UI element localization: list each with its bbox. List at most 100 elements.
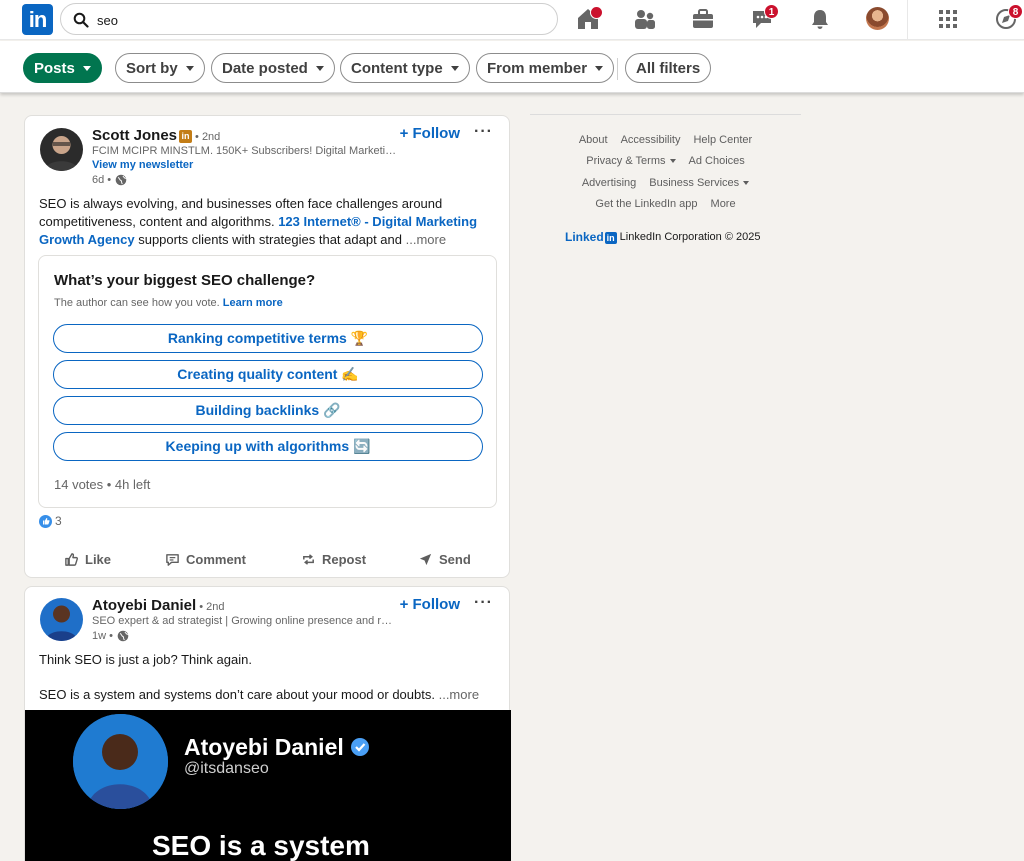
learn-more-link[interactable]: Learn more [223, 297, 283, 309]
view-newsletter-link[interactable]: View my newsletter [92, 159, 193, 171]
jobs-icon[interactable] [690, 6, 716, 32]
image-author-name-text: Atoyebi Daniel [184, 734, 344, 760]
poll-option[interactable]: Creating quality content ✍️ [53, 360, 483, 389]
comment-button[interactable]: Comment [165, 544, 246, 574]
footer-link-ad-choices[interactable]: Ad Choices [689, 155, 745, 167]
advertise-badge: 8 [1008, 4, 1023, 19]
right-rail-footer: About Accessibility Help Center Privacy … [530, 114, 801, 244]
copyright-text: LinkedIn Corporation © 2025 [619, 231, 761, 243]
repost-icon [303, 553, 314, 565]
follow-button[interactable]: + Follow [400, 125, 460, 142]
all-filters-button[interactable]: All filters [625, 53, 712, 83]
repost-button[interactable]: Repost [301, 544, 366, 574]
like-button[interactable]: Like [64, 544, 111, 574]
see-more-link[interactable]: ...more [406, 232, 446, 247]
filter-posts-label: Posts [34, 59, 75, 77]
footer-link-about[interactable]: About [579, 134, 608, 146]
post-text-line: Think SEO is just a job? Think again. [39, 652, 252, 667]
poll-subtitle: The author can see how you vote. Learn m… [54, 297, 283, 309]
footer-link-business-services-label: Business Services [649, 177, 740, 189]
repost-label: Repost [322, 551, 367, 567]
like-reaction-icon [39, 514, 52, 528]
footer-link-privacy-terms-label: Privacy & Terms [586, 155, 666, 167]
post-actions: Like Comment Repost Send [25, 544, 511, 574]
chevron-down-icon [669, 159, 676, 163]
author-avatar[interactable] [40, 598, 83, 641]
chevron-down-icon [743, 181, 750, 185]
filter-date-posted-label: Date posted [222, 59, 308, 77]
advertise-compass-icon[interactable]: 8 [993, 4, 1023, 32]
more-options-icon[interactable]: ··· [474, 123, 493, 141]
see-more-link[interactable]: ...more [439, 687, 479, 702]
search-input[interactable] [97, 9, 537, 31]
author-headline: SEO expert & ad strategist | Growing onl… [92, 615, 397, 627]
footer-link-advertising[interactable]: Advertising [582, 177, 636, 189]
linkedin-logo[interactable]: in [22, 4, 53, 35]
linkedin-premium-icon: in [179, 130, 193, 143]
post-text: SEO is a system and systems don’t care a… [39, 686, 497, 704]
post-image[interactable]: Atoyebi Daniel @itsdanseo SEO is a syste… [25, 710, 511, 861]
work-grid-icon[interactable] [935, 6, 961, 32]
thumbs-up-icon [65, 552, 79, 566]
feed-post: Atoyebi Daniel • 2nd SEO expert & ad stra… [24, 586, 511, 861]
connection-degree: • 2nd [195, 131, 221, 143]
chevron-down-icon [315, 65, 324, 71]
poll-option[interactable]: Keeping up with algorithms 🔄 [53, 432, 483, 461]
footer-link-more[interactable]: More [711, 198, 736, 210]
filter-divider [617, 58, 618, 80]
globe-icon [117, 630, 129, 642]
author-name[interactable]: Scott Jones in • 2nd [92, 127, 220, 144]
all-filters-label: All filters [636, 59, 701, 77]
chevron-down-icon [82, 65, 91, 71]
search-bar[interactable] [60, 3, 558, 35]
filter-content-type-label: Content type [351, 59, 443, 77]
messaging-icon[interactable]: 1 [749, 4, 779, 32]
send-icon [419, 553, 432, 565]
me-avatar[interactable] [866, 7, 889, 30]
chevron-down-icon [450, 65, 459, 71]
home-icon[interactable] [575, 6, 603, 32]
poll-option[interactable]: Ranking competitive terms 🏆 [53, 324, 483, 353]
poll-vote-count: 14 votes • 4h left [54, 477, 151, 492]
footer-link-business-services[interactable]: Business Services [649, 177, 750, 189]
send-button[interactable]: Send [418, 544, 471, 574]
nav-divider [907, 0, 908, 40]
footer-row: About Accessibility Help Center [530, 134, 801, 146]
poll-subtitle-text: The author can see how you vote. [54, 297, 220, 309]
author-avatar[interactable] [40, 128, 83, 171]
footer-link-help-center[interactable]: Help Center [693, 134, 752, 146]
filter-from-member-label: From member [487, 59, 588, 77]
footer-link-accessibility[interactable]: Accessibility [621, 134, 681, 146]
post-meta: 6d • [92, 174, 127, 186]
filter-sort-by[interactable]: Sort by [115, 53, 205, 83]
like-label: Like [85, 551, 112, 567]
search-icon [73, 12, 89, 28]
reactions-number: 3 [55, 514, 62, 528]
filter-posts[interactable]: Posts [23, 53, 102, 83]
search-filter-bar: Posts Sort by Date posted Content type F… [0, 41, 1024, 93]
feed-post: Scott Jones in • 2nd FCIM MCIPR MINSTLM. 1… [24, 115, 510, 578]
follow-button[interactable]: + Follow [400, 596, 460, 613]
notifications-icon[interactable] [807, 6, 833, 32]
chevron-down-icon [595, 65, 604, 71]
filter-date-posted[interactable]: Date posted [211, 53, 335, 83]
poll-option[interactable]: Building backlinks 🔗 [53, 396, 483, 425]
linkedin-wordmark: Linked in [565, 230, 617, 244]
footer-link-privacy-terms[interactable]: Privacy & Terms [586, 155, 676, 167]
my-network-icon[interactable] [632, 6, 658, 32]
footer-link-get-app[interactable]: Get the LinkedIn app [595, 198, 697, 210]
poll-question: What’s your biggest SEO challenge? [54, 272, 316, 289]
post-text: SEO is always evolving, and businesses o… [39, 195, 497, 249]
author-name-text: Atoyebi Daniel [92, 597, 197, 614]
footer-copyright: Linked in LinkedIn Corporation © 2025 [565, 230, 760, 244]
reactions-count[interactable]: 3 [39, 514, 62, 528]
filter-content-type[interactable]: Content type [340, 53, 470, 83]
filter-from-member[interactable]: From member [476, 53, 615, 83]
comment-label: Comment [186, 551, 246, 567]
author-name[interactable]: Atoyebi Daniel • 2nd [92, 597, 224, 614]
more-options-icon[interactable]: ··· [474, 594, 493, 612]
wordmark-box: in [604, 232, 617, 244]
top-navigation: in 1 8 [0, 0, 1024, 40]
messaging-badge: 1 [764, 4, 779, 19]
author-name-text: Scott Jones [92, 127, 178, 144]
